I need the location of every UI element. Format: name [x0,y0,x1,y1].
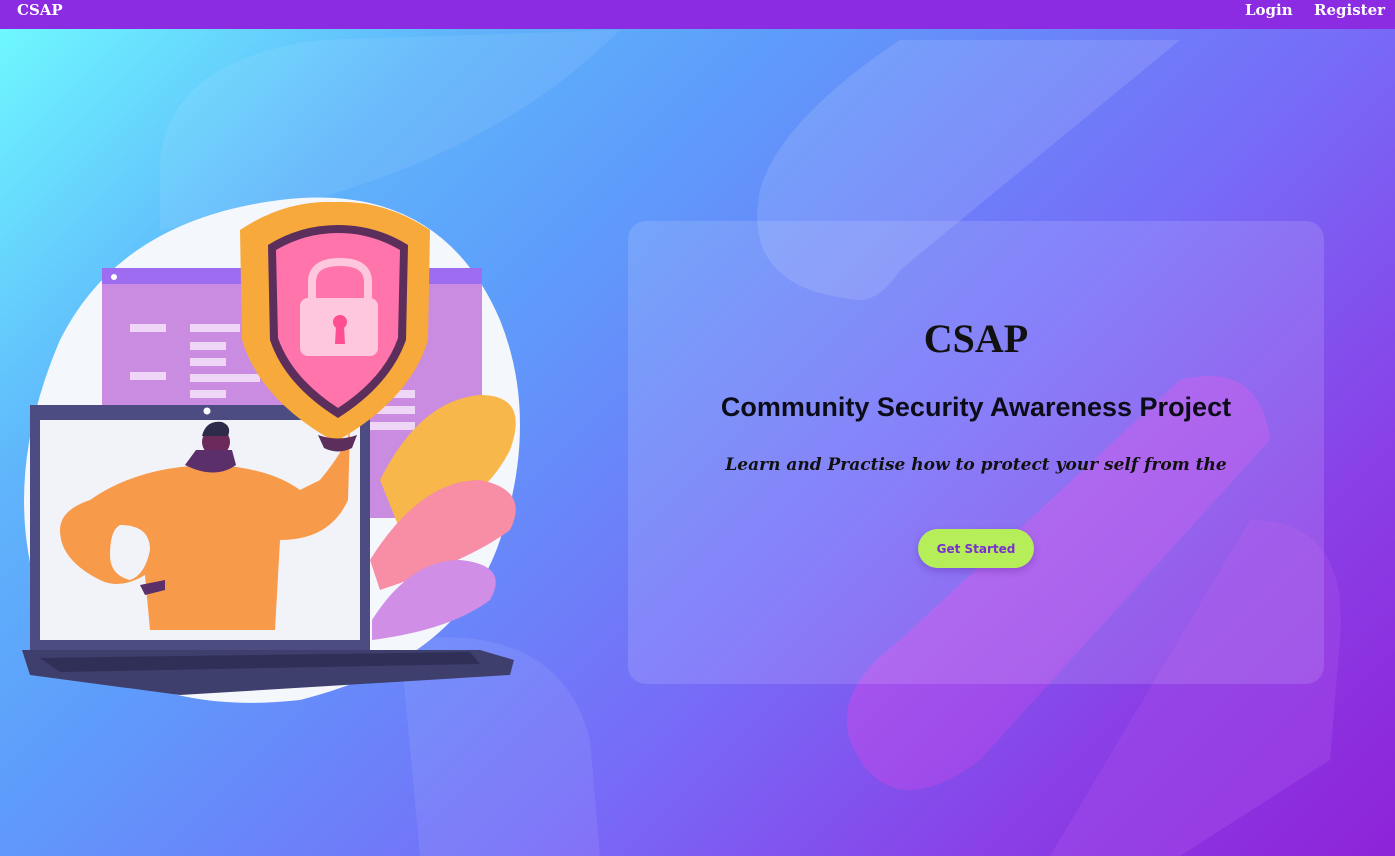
hero-tagline: Learn and Practise how to protect your s… [725,455,1227,475]
security-illustration [22,197,520,703]
get-started-button[interactable]: Get Started [918,529,1034,568]
navbar: CSAP Login Register [0,0,1395,29]
login-link[interactable]: Login [1245,0,1293,20]
hero-subtitle: Community Security Awareness Project [720,392,1232,422]
hero-title: CSAP [923,316,1029,361]
register-link[interactable]: Register [1314,0,1385,20]
brand-logo[interactable]: CSAP [17,0,63,20]
hero-card: CSAP Community Security Awareness Projec… [628,221,1324,684]
